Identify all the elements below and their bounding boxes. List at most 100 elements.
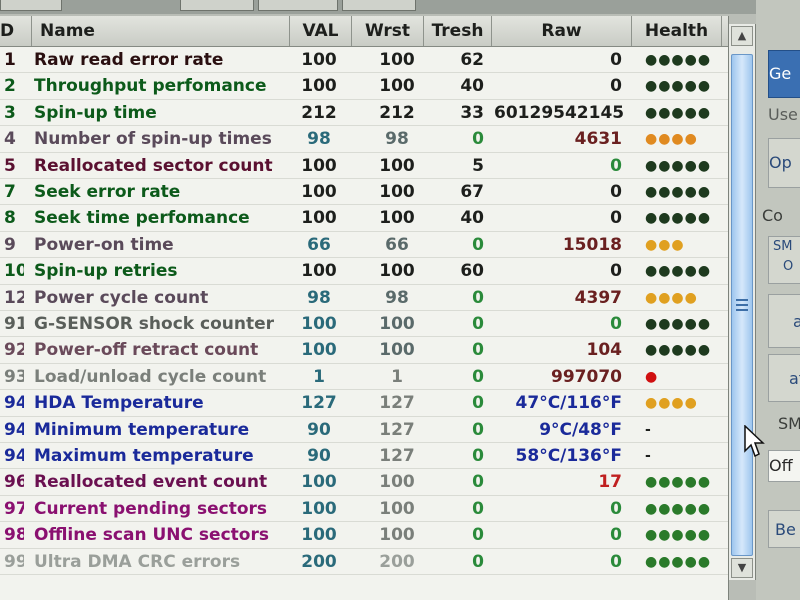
cell-val: 100 [301,261,337,282]
side-group-sm: SM [778,414,800,433]
scrollbar-thumb[interactable] [731,54,753,556]
side-button-sm[interactable]: SM O [768,236,800,284]
table-row[interactable]: 1 Raw read error rate 100 100 62 0 ●●●●● [0,47,728,74]
cell-raw: 60129542145 [494,102,625,123]
table-row[interactable]: 93 Load/unload cycle count 1 1 0 997070 ● [0,364,728,391]
table-row[interactable]: 3 Spin-up time 212 212 33 60129542145 ●●●●● [0,100,728,127]
cell-val: 100 [301,182,337,202]
cell-name: G-SENSOR shock counter [34,314,275,334]
side-button-op[interactable]: Op [768,138,800,188]
table-row[interactable]: 94 Minimum temperature 90 127 0 9°C/48°F - [0,417,728,443]
cell-tresh: 40 [460,76,484,97]
side-button-at[interactable]: at [768,354,800,402]
header-tresh[interactable]: Tresh [424,16,492,46]
cell-wrst: 127 [379,419,415,440]
cell-wrst: 212 [379,102,415,123]
cell-id: 1 [4,50,16,70]
table-row[interactable]: 91 G-SENSOR shock counter 100 100 0 0 ●●●●● [0,311,728,338]
table-row[interactable]: 10 Spin-up retries 100 100 60 0 ●●●●● [0,258,728,285]
cell-tresh: 40 [460,208,484,229]
header-health[interactable]: Health [632,16,722,46]
table-row[interactable]: 12 Power cycle count 98 98 0 4397 ●●●● [0,285,728,311]
scroll-down-button[interactable]: ▼ [731,558,753,578]
table-row[interactable]: 98 Offline scan UNC sectors 100 100 0 0 ●●●●● [0,522,728,549]
vertical-scrollbar[interactable]: ▲ ▼ [728,24,756,580]
cell-tresh: 60 [460,261,484,282]
side-panel: Ge Use Op Co SM O a at SM Off Be [756,0,800,600]
cell-id: 4 [4,129,16,150]
cell-wrst: 100 [379,182,415,202]
cell-raw: 0 [610,182,622,202]
cell-wrst: 98 [385,129,409,150]
side-button-ge[interactable]: Ge [768,50,800,98]
table-row[interactable]: 5 Reallocated sector count 100 100 5 0 ●●●●● [0,153,728,179]
cell-tresh: 5 [472,155,484,176]
header-id[interactable]: D [0,16,32,46]
cell-wrst: 100 [379,76,415,97]
table-row[interactable]: 2 Throughput perfomance 100 100 40 0 ●●●●● [0,73,728,100]
cell-tresh: 33 [460,102,484,123]
cell-name: Power-on time [34,234,174,255]
table-row[interactable]: 97 Current pending sectors 100 100 0 0 ●●●●● [0,496,728,523]
cell-id: 94 [4,446,24,466]
cell-raw: 0 [610,498,622,519]
cell-val: 200 [301,551,337,572]
table-row[interactable]: 99 Ultra DMA CRC errors 200 200 0 0 ●●●●● [0,549,728,575]
cell-name: Offline scan UNC sectors [34,525,269,546]
header-name[interactable]: Name [32,16,290,46]
tab-remnant[interactable] [258,0,338,11]
cell-wrst: 100 [379,50,415,70]
cell-name: HDA Temperature [34,393,204,414]
cell-tresh: 0 [472,525,484,546]
tab-remnant[interactable] [342,0,416,11]
scroll-up-button[interactable]: ▲ [731,26,753,46]
cell-id: 98 [4,525,24,546]
cell-tresh: 62 [460,50,484,70]
cell-id: 97 [4,498,24,519]
cell-raw: 997070 [551,366,622,387]
thumb-grip [736,299,748,301]
table-row[interactable]: 7 Seek error rate 100 100 67 0 ●●●●● [0,179,728,206]
cell-tresh: 0 [472,366,484,387]
cell-wrst: 98 [385,287,409,308]
cell-health: ●●●● [645,131,698,148]
cell-val: 100 [301,340,337,361]
tab-remnant[interactable] [180,0,254,11]
side-button-be[interactable]: Be [768,510,800,548]
table-row[interactable]: 96 Reallocated event count 100 100 0 17 ●●●●● [0,469,728,496]
cell-health: ●●●●● [645,184,712,200]
table-row[interactable]: 8 Seek time perfomance 100 100 40 0 ●●●●● [0,205,728,232]
cell-raw: 0 [610,314,622,334]
cell-val: 100 [301,498,337,519]
cell-id: 94 [4,393,24,414]
cell-id: 12 [4,287,24,308]
thumb-grip [736,309,748,311]
cell-health: ●●●●● [645,78,712,95]
table-row[interactable]: 94 Maximum temperature 90 127 0 58°C/136°F - [0,443,728,470]
cell-name: Number of spin-up times [34,129,272,150]
side-select-off[interactable]: Off [768,450,800,482]
tab-remnant[interactable] [0,0,62,11]
header-raw[interactable]: Raw [492,16,632,46]
table-row[interactable]: 92 Power-off retract count 100 100 0 104 ●●●●● [0,337,728,364]
cell-val: 100 [301,208,337,229]
header-val[interactable]: VAL [290,16,352,46]
cell-val: 90 [307,446,331,466]
side-button-a[interactable]: a [768,294,800,348]
cell-wrst: 127 [379,393,415,414]
table-row[interactable]: 9 Power-on time 66 66 0 15018 ●●● [0,232,728,259]
table-row[interactable]: 4 Number of spin-up times 98 98 0 4631 ●●●● [0,126,728,153]
cell-val: 90 [307,419,331,440]
cell-name: Maximum temperature [34,446,254,466]
cell-health: ●●●●● [645,263,712,280]
cell-wrst: 100 [379,498,415,519]
cell-raw: 0 [610,155,622,176]
cell-health: - [645,448,652,464]
table-row[interactable]: 94 HDA Temperature 127 127 0 47°C/116°F ●●●● [0,390,728,417]
header-wrst[interactable]: Wrst [352,16,424,46]
cell-health: ●●●●● [645,157,712,174]
cell-val: 100 [301,50,337,70]
cell-tresh: 0 [472,551,484,572]
cell-name: Current pending sectors [34,498,268,519]
cell-raw: 15018 [562,234,622,255]
